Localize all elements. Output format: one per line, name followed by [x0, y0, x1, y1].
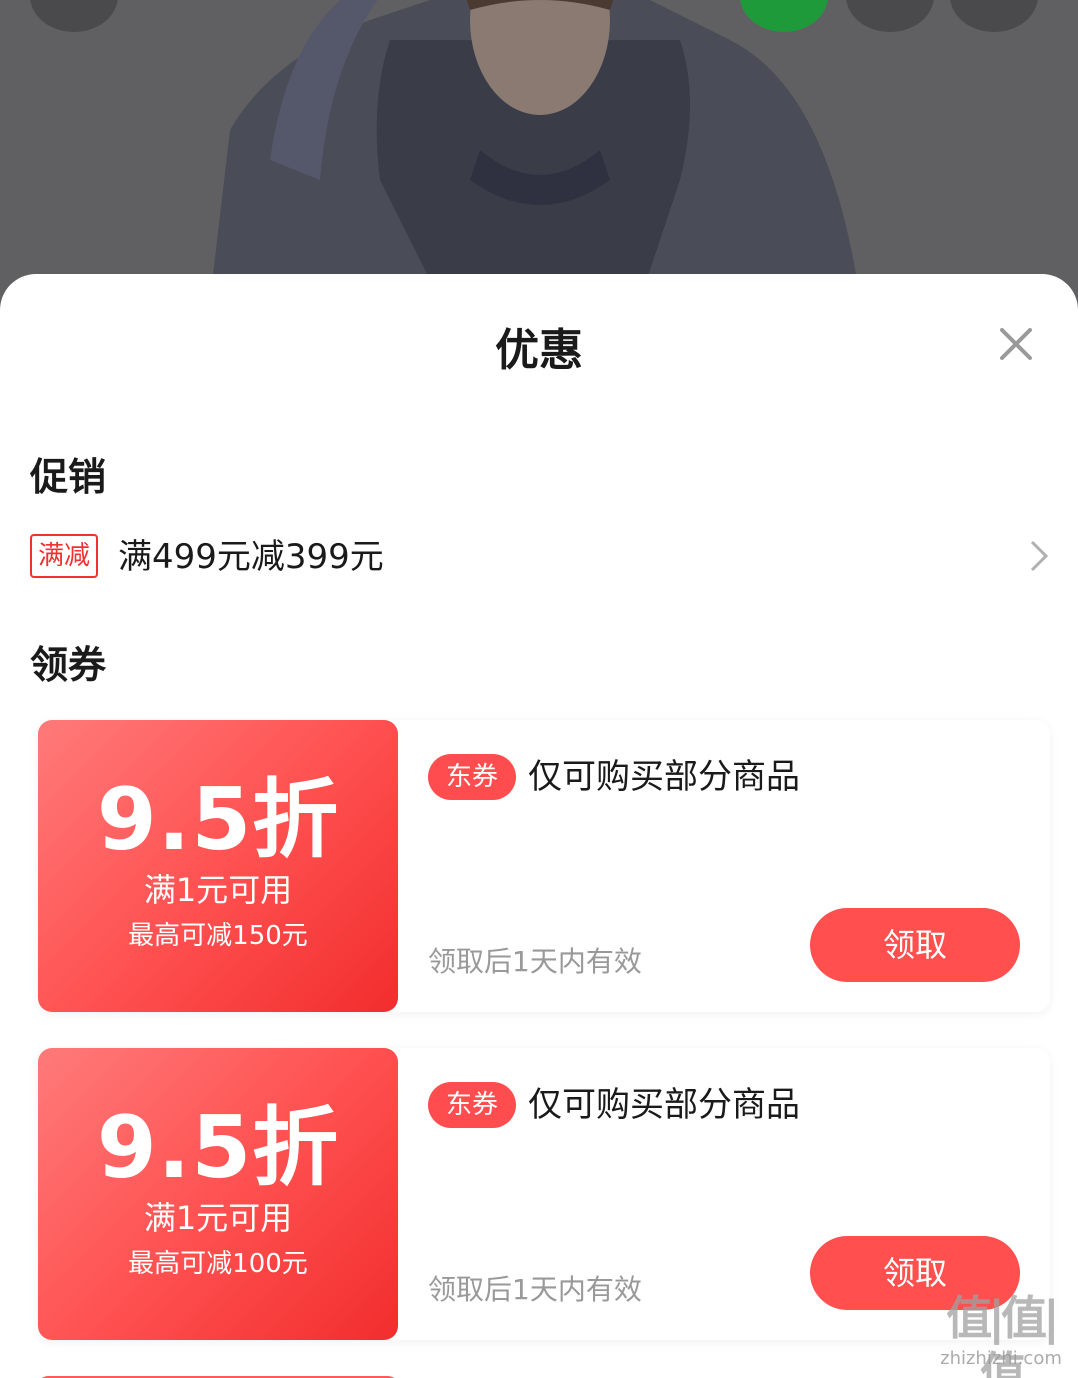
- coupon-value-panel: 9.5折 满1元可用 最高可减150元: [38, 720, 398, 1012]
- close-icon[interactable]: [996, 324, 1036, 364]
- coupon-discount: 9.5折: [96, 1098, 340, 1198]
- back-button[interactable]: [30, 0, 118, 32]
- coupon-validity: 领取后1天内有效: [428, 1273, 642, 1306]
- more-button[interactable]: [950, 0, 1038, 32]
- coupon-max-off: 最高可减150元: [128, 921, 308, 951]
- coupon-card: 9.5折 满1元可用 最高可减150元 东券 仅可购买部分商品 领取后1天内有效…: [38, 720, 1050, 1012]
- watermark-url: zhizhizhi.com: [940, 1348, 1062, 1369]
- promotion-text: 满499元减399元: [118, 537, 384, 577]
- coupon-badge: 东券: [428, 1082, 516, 1128]
- coupon-discount: 9.5折: [96, 770, 340, 870]
- promotion-heading: 促销: [30, 455, 107, 499]
- coupon-threshold: 满1元可用: [143, 1199, 293, 1237]
- coupon-max-off: 最高可减100元: [128, 1249, 308, 1279]
- discount-sheet: 优惠 促销 满减 满499元减399元 领券 9.5折 满1元可用 最高可减15…: [0, 274, 1078, 1378]
- coupons-heading: 领券: [30, 643, 107, 687]
- coupon-badge: 东券: [428, 754, 516, 800]
- coupon-scope: 仅可购买部分商品: [528, 757, 800, 797]
- chevron-right-icon: [1030, 540, 1049, 572]
- coupon-validity: 领取后1天内有效: [428, 945, 642, 978]
- coupon-scope: 仅可购买部分商品: [528, 1085, 800, 1125]
- promotion-row[interactable]: 满减 满499元减399元: [30, 532, 1060, 582]
- coupon-value-panel: 9.5折 满1元可用 最高可减100元: [38, 1048, 398, 1340]
- model-photo: [210, 0, 860, 300]
- coupon-threshold: 满1元可用: [143, 871, 293, 909]
- product-background: [0, 0, 1078, 300]
- coupon-card: 9.5折 满1元可用 最高可减100元 东券 仅可购买部分商品 领取后1天内有效…: [38, 1048, 1050, 1340]
- claim-button[interactable]: 领取: [810, 908, 1020, 982]
- sheet-title: 优惠: [495, 325, 583, 376]
- promotion-tag: 满减: [30, 534, 99, 578]
- watermark: 值|值|值 zhizhizhi.com: [926, 1290, 1076, 1378]
